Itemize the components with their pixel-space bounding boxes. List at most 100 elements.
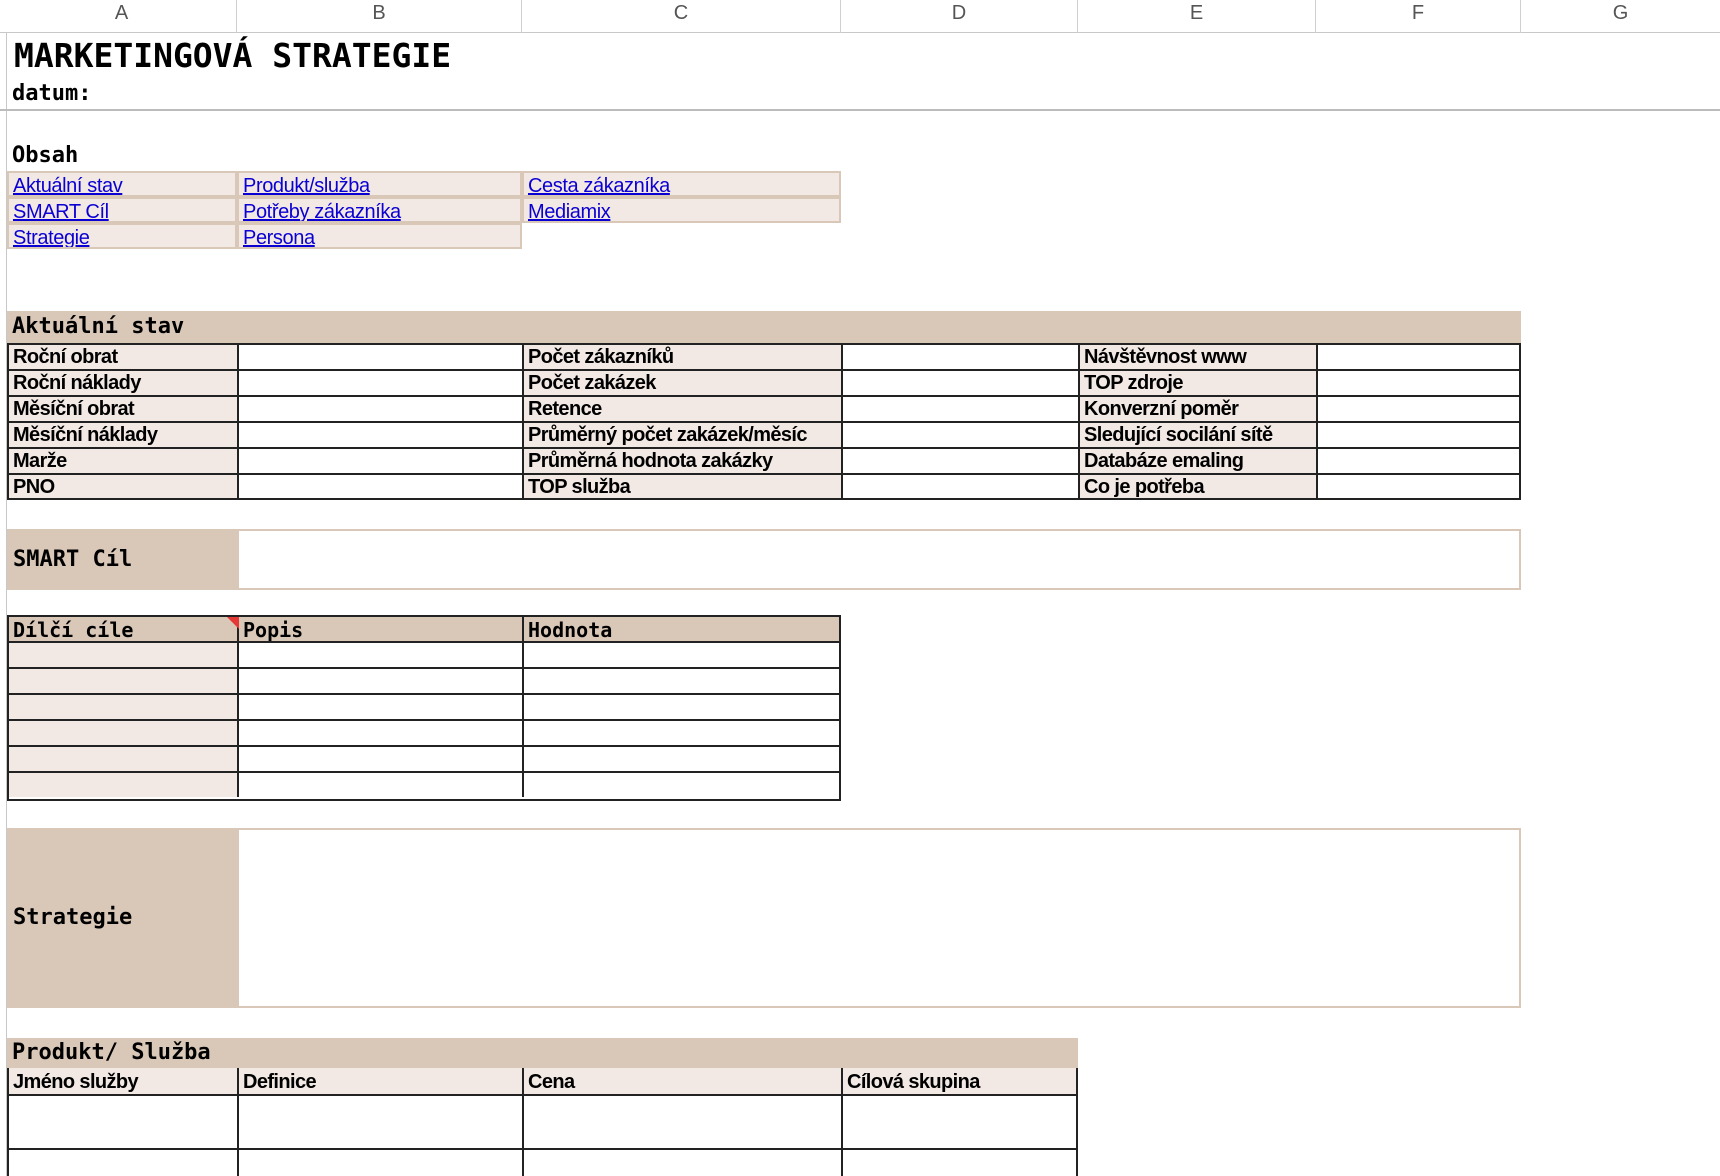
product-cell[interactable] bbox=[239, 1150, 524, 1176]
subgoal-cell[interactable] bbox=[9, 695, 239, 721]
current-state-label[interactable]: Konverzní poměr bbox=[1080, 397, 1318, 423]
value-cell[interactable] bbox=[239, 449, 524, 475]
product-cell[interactable] bbox=[239, 1096, 524, 1150]
subgoal-cell[interactable] bbox=[524, 695, 839, 721]
column-header-d[interactable]: D bbox=[841, 0, 1078, 33]
toc-link-product[interactable]: Produkt/služba bbox=[237, 171, 522, 197]
subgoals-header[interactable]: Hodnota bbox=[524, 617, 839, 643]
current-state-label[interactable]: TOP zdroje bbox=[1080, 371, 1318, 397]
product-table: Jméno služby Definice Cena Cílová skupin… bbox=[7, 1068, 1078, 1176]
value-cell[interactable] bbox=[843, 397, 1080, 423]
subgoal-cell[interactable] bbox=[9, 643, 239, 669]
subgoal-cell[interactable] bbox=[524, 773, 839, 797]
current-state-label[interactable]: Roční obrat bbox=[9, 345, 239, 371]
subgoal-cell[interactable] bbox=[239, 695, 524, 721]
current-state-label[interactable]: Databáze emaling bbox=[1080, 449, 1318, 475]
smart-goal-block: SMART Cíl bbox=[7, 529, 1521, 590]
strategy-input[interactable] bbox=[239, 830, 1519, 1006]
product-header[interactable]: Jméno služby bbox=[9, 1068, 239, 1096]
column-header-f[interactable]: F bbox=[1316, 0, 1521, 33]
product-header[interactable]: Cílová skupina bbox=[843, 1068, 1076, 1096]
product-cell[interactable] bbox=[9, 1096, 239, 1150]
strategy-label[interactable]: Strategie bbox=[7, 828, 239, 1008]
current-state-heading[interactable]: Aktuální stav bbox=[7, 311, 1521, 343]
date-label[interactable]: datum: bbox=[12, 80, 91, 108]
smart-goal-input[interactable] bbox=[239, 531, 1519, 588]
toc-link-mediamix[interactable]: Mediamix bbox=[522, 197, 841, 223]
current-state-label[interactable]: Sledující socilání sítě bbox=[1080, 423, 1318, 449]
current-state-label[interactable]: Počet zakázek bbox=[524, 371, 843, 397]
column-header-c[interactable]: C bbox=[522, 0, 841, 33]
value-cell[interactable] bbox=[1318, 371, 1519, 397]
current-state-label[interactable]: Průměrná hodnota zakázky bbox=[524, 449, 843, 475]
current-state-label[interactable]: Návštěvnost www bbox=[1080, 345, 1318, 371]
current-state-label[interactable]: Měsíční obrat bbox=[9, 397, 239, 423]
subgoals-header[interactable]: Popis bbox=[239, 617, 524, 643]
product-cell[interactable] bbox=[843, 1150, 1076, 1176]
current-state-label[interactable]: Roční náklady bbox=[9, 371, 239, 397]
current-state-label[interactable]: Marže bbox=[9, 449, 239, 475]
value-cell[interactable] bbox=[239, 371, 524, 397]
value-cell[interactable] bbox=[843, 423, 1080, 449]
value-cell[interactable] bbox=[239, 397, 524, 423]
product-cell[interactable] bbox=[524, 1096, 843, 1150]
product-cell[interactable] bbox=[524, 1150, 843, 1176]
column-header-a[interactable]: A bbox=[7, 0, 237, 33]
toc-heading[interactable]: Obsah bbox=[12, 142, 78, 170]
toc-link-smart-goal[interactable]: SMART Cíl bbox=[7, 197, 237, 223]
page-title[interactable]: MARKETINGOVÁ STRATEGIE bbox=[14, 36, 451, 76]
toc-link-strategy[interactable]: Strategie bbox=[7, 223, 237, 249]
subgoal-cell[interactable] bbox=[239, 669, 524, 695]
toc-link-customer-needs[interactable]: Potřeby zákazníka bbox=[237, 197, 522, 223]
current-state-label[interactable]: TOP služba bbox=[524, 475, 843, 498]
column-header-g[interactable]: G bbox=[1521, 0, 1720, 33]
toc-link-persona[interactable]: Persona bbox=[237, 223, 522, 249]
comment-indicator-icon[interactable] bbox=[227, 617, 239, 629]
value-cell[interactable] bbox=[1318, 397, 1519, 423]
current-state-label[interactable]: Průměrný počet zakázek/měsíc bbox=[524, 423, 843, 449]
value-cell[interactable] bbox=[239, 475, 524, 498]
value-cell[interactable] bbox=[843, 371, 1080, 397]
value-cell[interactable] bbox=[239, 423, 524, 449]
toc-link-current-state[interactable]: Aktuální stav bbox=[7, 171, 237, 197]
product-header[interactable]: Cena bbox=[524, 1068, 843, 1096]
current-state-label[interactable]: Retence bbox=[524, 397, 843, 423]
product-header[interactable]: Definice bbox=[239, 1068, 524, 1096]
subgoal-cell[interactable] bbox=[239, 773, 524, 797]
subgoal-cell[interactable] bbox=[9, 773, 239, 797]
current-state-col1: Roční obrat Roční náklady Měsíční obrat … bbox=[9, 345, 239, 498]
subgoal-cell[interactable] bbox=[524, 669, 839, 695]
subgoal-cell[interactable] bbox=[9, 721, 239, 747]
product-heading[interactable]: Produkt/ Služba bbox=[7, 1038, 1078, 1068]
value-cell[interactable] bbox=[1318, 423, 1519, 449]
current-state-values2 bbox=[843, 345, 1080, 498]
current-state-label[interactable]: PNO bbox=[9, 475, 239, 498]
subgoal-cell[interactable] bbox=[239, 747, 524, 773]
toc-link-customer-journey[interactable]: Cesta zákazníka bbox=[522, 171, 841, 197]
subgoal-cell[interactable] bbox=[9, 747, 239, 773]
title-divider bbox=[0, 109, 1720, 111]
smart-goal-label[interactable]: SMART Cíl bbox=[7, 529, 239, 590]
value-cell[interactable] bbox=[843, 345, 1080, 371]
subgoal-cell[interactable] bbox=[524, 747, 839, 773]
subgoals-header[interactable]: Dílčí cíle bbox=[9, 617, 239, 643]
value-cell[interactable] bbox=[1318, 345, 1519, 371]
column-header-b[interactable]: B bbox=[237, 0, 522, 33]
value-cell[interactable] bbox=[843, 449, 1080, 475]
value-cell[interactable] bbox=[239, 345, 524, 371]
subgoal-cell[interactable] bbox=[524, 721, 839, 747]
product-cell[interactable] bbox=[9, 1150, 239, 1176]
product-cell[interactable] bbox=[843, 1096, 1076, 1150]
current-state-label[interactable]: Co je potřeba bbox=[1080, 475, 1318, 498]
subgoal-cell[interactable] bbox=[9, 669, 239, 695]
subgoal-cell[interactable] bbox=[239, 643, 524, 669]
value-cell[interactable] bbox=[843, 475, 1080, 498]
column-header-e[interactable]: E bbox=[1078, 0, 1316, 33]
current-state-label[interactable]: Počet zákazníků bbox=[524, 345, 843, 371]
subgoal-cell[interactable] bbox=[524, 643, 839, 669]
subgoal-cell[interactable] bbox=[239, 721, 524, 747]
value-cell[interactable] bbox=[1318, 475, 1519, 498]
strategy-block: Strategie bbox=[7, 828, 1521, 1008]
value-cell[interactable] bbox=[1318, 449, 1519, 475]
current-state-label[interactable]: Měsíční náklady bbox=[9, 423, 239, 449]
